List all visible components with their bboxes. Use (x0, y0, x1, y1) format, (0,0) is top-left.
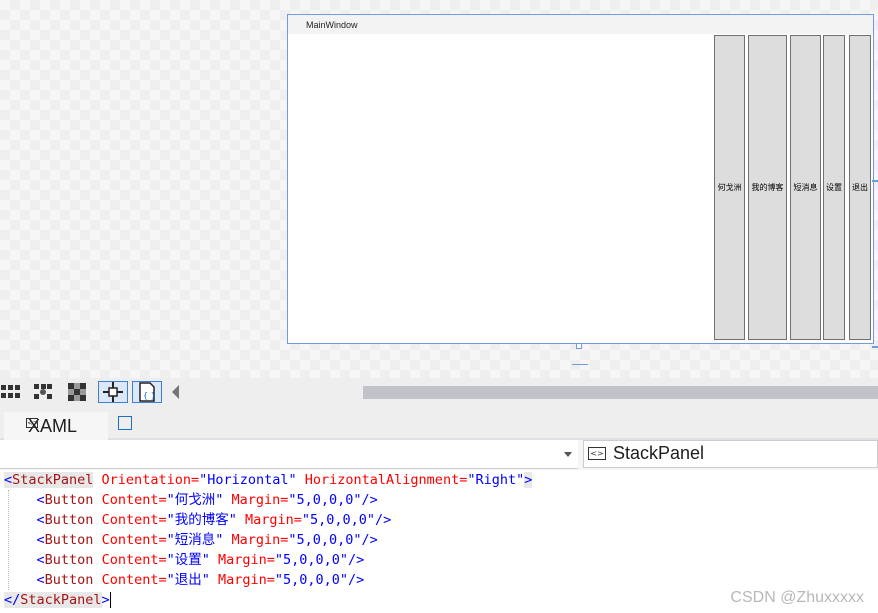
code-value: "5,0,0,0" (274, 552, 349, 568)
code-line-7: </StackPanel> (4, 590, 111, 610)
code-line-1: <StackPanel Orientation="Horizontal" Hor… (4, 470, 533, 490)
code-line-3: <Button Content="我的博客" Margin="5,0,0,0"/… (4, 510, 392, 530)
member-dropdown-label: StackPanel (613, 443, 705, 463)
code-value: "我的博客" (166, 512, 237, 528)
window-title: MainWindow (306, 20, 358, 30)
code-attr: Margin= (223, 532, 289, 548)
selection-guide-line (572, 364, 588, 365)
xaml-tab-icon: <> (26, 418, 39, 428)
code-attr: Content= (93, 492, 167, 508)
code-tag: Button (44, 532, 94, 548)
resize-handle-bottom[interactable] (576, 343, 582, 349)
code-behind-icon[interactable]: { } (132, 381, 162, 403)
window-titlebar: MainWindow (288, 15, 873, 34)
code-value: "Horizontal" (199, 472, 297, 488)
code-attr: Content= (93, 532, 167, 548)
xaml-code-editor[interactable]: <StackPanel Orientation="Horizontal" Hor… (0, 470, 878, 613)
code-punct: /> (348, 552, 365, 568)
code-punct: < (36, 492, 45, 508)
snap-grid-icon[interactable] (32, 381, 54, 403)
type-dropdown[interactable] (0, 440, 578, 469)
editor-tab-strip: XAML <> (0, 408, 878, 440)
code-punct: /> (348, 572, 365, 588)
code-attr: Content= (93, 512, 167, 528)
preview-button-2[interactable]: 我的博客 (748, 35, 787, 340)
code-line-4: <Button Content="短消息" Margin="5,0,0,0"/> (4, 530, 378, 550)
code-attr: Content= (93, 552, 167, 568)
code-attr: Margin= (209, 572, 275, 588)
member-dropdown[interactable]: <> StackPanel (583, 440, 878, 468)
code-punct: > (101, 592, 110, 608)
code-value: "Right" (467, 472, 525, 488)
preview-button-3[interactable]: 短消息 (790, 35, 821, 340)
window-content[interactable]: 何戈洲 我的博客 短消息 设置 退出 (288, 34, 873, 343)
selection-marker-right-bottom (872, 346, 878, 348)
svg-text:{ }: { } (143, 391, 156, 400)
text-caret (109, 592, 111, 608)
preview-button-1[interactable]: 何戈洲 (714, 35, 745, 340)
code-tag: StackPanel (12, 472, 94, 488)
code-tag: Button (44, 492, 94, 508)
code-value: "何戈洲" (166, 492, 224, 508)
code-attr: Orientation= (93, 472, 200, 488)
code-punct: /> (361, 492, 378, 508)
checker-icon[interactable] (66, 381, 88, 403)
watermark: CSDN @Zhuxxxxx (730, 589, 864, 606)
code-value: "5,0,0,0" (288, 492, 362, 508)
code-punct: < (36, 572, 45, 588)
element-icon: <> (588, 447, 606, 460)
code-line-5: <Button Content="设置" Margin="5,0,0,0"/> (4, 550, 365, 570)
code-line-2: <Button Content="何戈洲" Margin="5,0,0,0"/> (4, 490, 378, 510)
code-punct: < (36, 512, 45, 528)
code-attr: HorizontalAlignment= (296, 472, 468, 488)
designer-surface[interactable]: MainWindow 何戈洲 我的博客 短消息 设置 退出 (0, 0, 878, 378)
code-value: "短消息" (166, 532, 224, 548)
code-value: "5,0,0,0" (301, 512, 376, 528)
preview-button-4[interactable]: 设置 (823, 35, 845, 340)
code-line-6: <Button Content="退出" Margin="5,0,0,0"/> (4, 570, 365, 590)
code-punct: </ (4, 592, 21, 608)
code-tag: StackPanel (20, 592, 102, 608)
main-window-preview[interactable]: MainWindow 何戈洲 我的博客 短消息 设置 退出 (287, 14, 874, 344)
code-tag: Button (44, 552, 94, 568)
code-value: "设置" (166, 552, 210, 568)
code-punct: /> (361, 532, 378, 548)
tab-xaml[interactable]: XAML (4, 412, 108, 440)
code-attr: Margin= (223, 492, 289, 508)
code-tag: Button (44, 572, 94, 588)
navigation-bar: <> StackPanel (0, 440, 878, 470)
designer-toolbar: { } (0, 378, 878, 408)
snap-lines-icon[interactable] (98, 381, 128, 403)
code-tag: Button (44, 512, 94, 528)
horizontal-scrollbar[interactable] (363, 386, 878, 399)
code-punct: < (4, 472, 13, 488)
popout-icon[interactable] (118, 416, 132, 430)
code-punct: > (524, 472, 533, 488)
grid-icon[interactable] (0, 381, 22, 403)
code-attr: Margin= (209, 552, 275, 568)
code-punct: < (36, 552, 45, 568)
code-punct: /> (375, 512, 392, 528)
code-value: "退出" (166, 572, 210, 588)
code-attr: Content= (93, 572, 167, 588)
code-punct: < (36, 532, 45, 548)
code-value: "5,0,0,0" (274, 572, 349, 588)
code-value: "5,0,0,0" (288, 532, 362, 548)
selection-marker-right (872, 180, 878, 182)
code-attr: Margin= (236, 512, 302, 528)
scroll-left-arrow-icon[interactable] (172, 385, 179, 399)
preview-button-5[interactable]: 退出 (849, 35, 871, 340)
chevron-down-icon (564, 452, 572, 457)
